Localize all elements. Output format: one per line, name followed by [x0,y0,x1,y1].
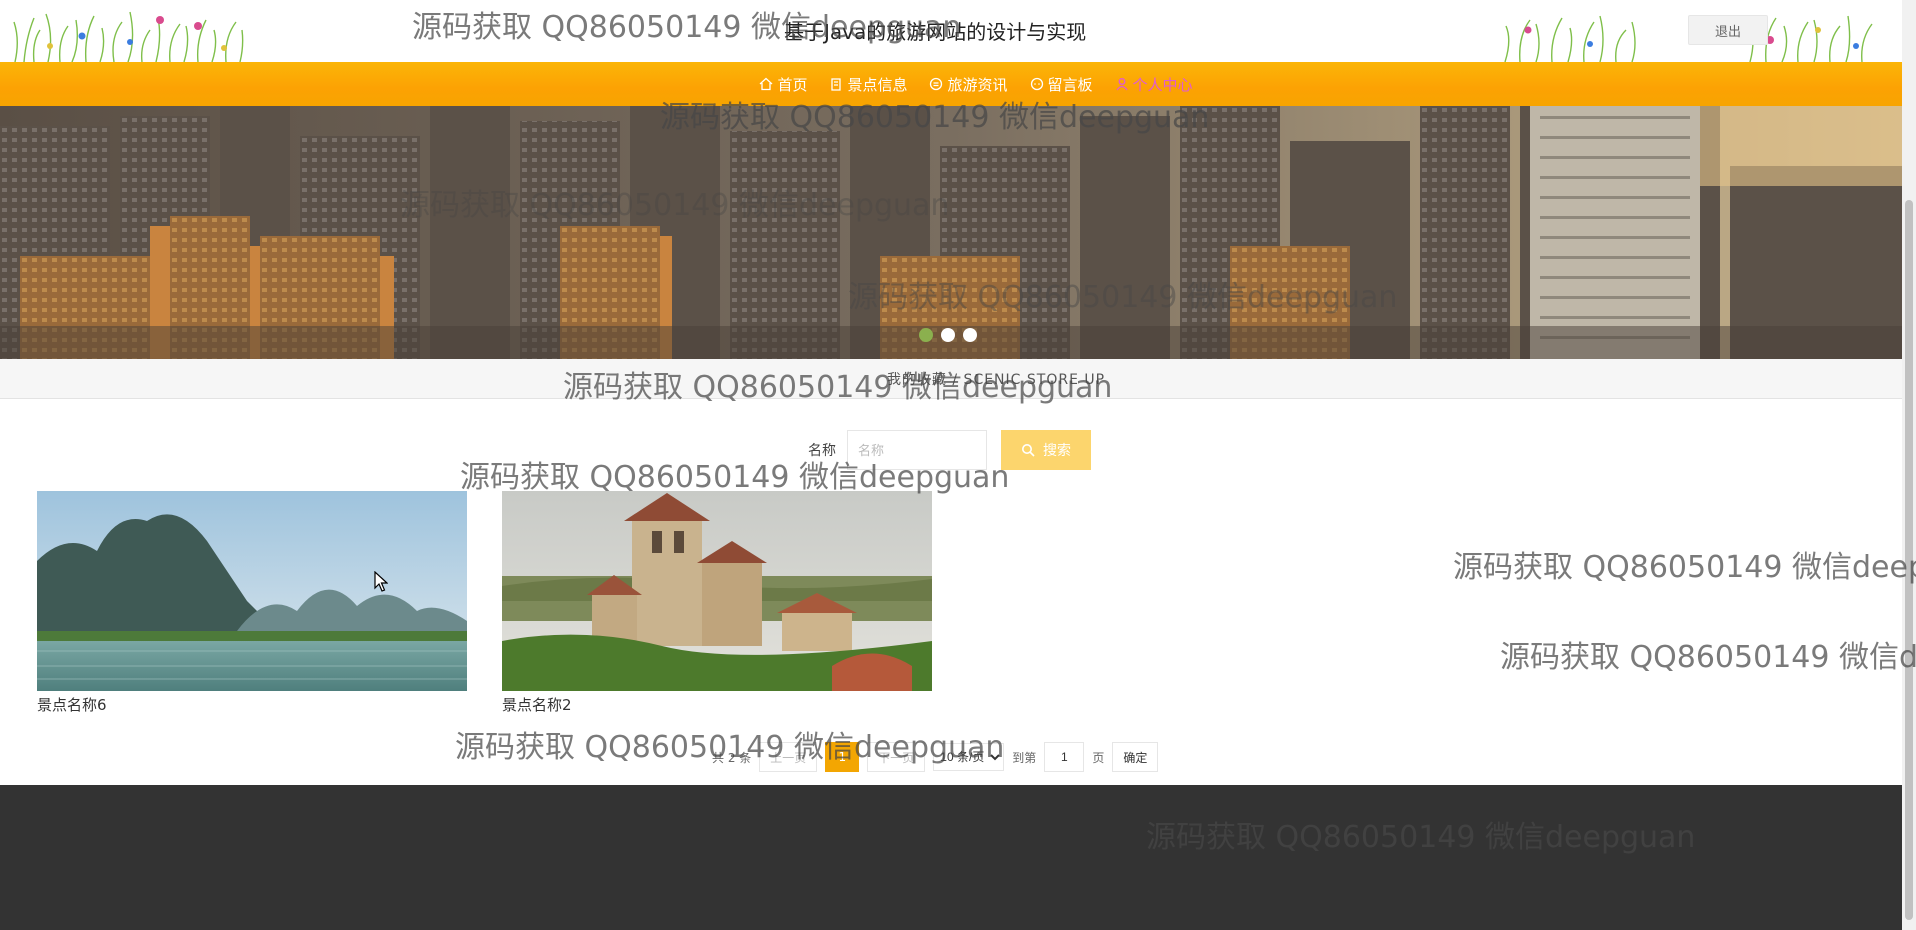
nav-item-message-board[interactable]: 留言板 [1030,74,1093,95]
next-page-button[interactable]: 下一页 [867,742,926,772]
nav-item-label: 旅游资讯 [947,75,1008,94]
nav-item-personal-center[interactable]: 个人中心 [1115,74,1193,95]
scenic-image-karst-river [37,491,467,691]
page: 基于Java的旅游网站的设计与实现 退出 首页 景点信息 旅游资讯 留言板 个人… [0,0,1916,930]
banner-city-image [0,106,1902,359]
user-icon [1115,78,1128,91]
footer [0,785,1902,930]
nav-item-home[interactable]: 首页 [759,74,807,95]
main-nav: 首页 景点信息 旅游资讯 留言板 个人中心 [0,62,1902,106]
scenic-name: 景点名称2 [502,696,572,714]
search-icon [1022,444,1035,457]
news-icon [930,77,943,91]
nav-item-label: 个人中心 [1132,75,1193,94]
carousel-dot-3[interactable] [963,328,977,342]
goto-confirm-button[interactable]: 确定 [1112,742,1159,772]
goto-label: 到第 [1012,750,1037,765]
mouse-cursor-icon [374,571,388,592]
pagination: 共 2 条 上一页 1 下一页 10 条/页 到第 页 确定 [712,742,1159,772]
scenic-image-old-church [502,491,932,691]
watermark: 源码获取 QQ86050149 微信deepguan [1453,550,1916,585]
search-button-label: 搜索 [1043,443,1071,459]
site-title: 基于Java的旅游网站的设计与实现 [784,20,1087,44]
page-unit-label: 页 [1092,750,1105,765]
name-search-input[interactable] [847,430,987,470]
nav-item-scenic-spots[interactable]: 景点信息 [829,74,907,95]
building-icon [831,78,842,91]
home-icon [760,77,773,91]
scenic-card[interactable]: 景点名称6 [37,491,467,715]
nav-item-label: 首页 [777,75,808,94]
nav-item-travel-news[interactable]: 旅游资讯 [929,74,1008,95]
top-header: 基于Java的旅游网站的设计与实现 退出 [0,0,1902,62]
section-title-bar: 我的收藏 / SCENIC STORE UP [0,359,1902,399]
carousel-indicators [919,328,977,342]
nav-item-label: 留言板 [1047,75,1093,94]
message-icon [1030,77,1043,91]
pagination-total: 共 2 条 [712,750,752,765]
scrollbar-thumb[interactable] [1905,200,1913,920]
search-button[interactable]: 搜索 [1001,430,1091,470]
scenic-card[interactable]: 景点名称2 [502,491,932,715]
prev-page-button[interactable]: 上一页 [759,742,818,772]
watermark: 源码获取 QQ86050149 微信deepguan [1500,640,1916,675]
current-page-button[interactable]: 1 [825,742,860,772]
page-size-select[interactable]: 10 条/页 [933,743,1005,771]
banner-carousel[interactable] [0,106,1902,359]
goto-page-input[interactable] [1044,742,1085,772]
carousel-dot-2[interactable] [941,328,955,342]
page-scrollbar[interactable] [1902,0,1916,930]
search-label: 名称 [808,443,836,459]
grass-decoration-left [13,11,244,62]
nav-item-label: 景点信息 [847,75,908,94]
section-title: 我的收藏 / SCENIC STORE UP [886,371,1106,388]
scenic-name: 景点名称6 [37,696,107,714]
logout-button[interactable]: 退出 [1688,15,1768,45]
carousel-dot-1[interactable] [919,328,933,342]
